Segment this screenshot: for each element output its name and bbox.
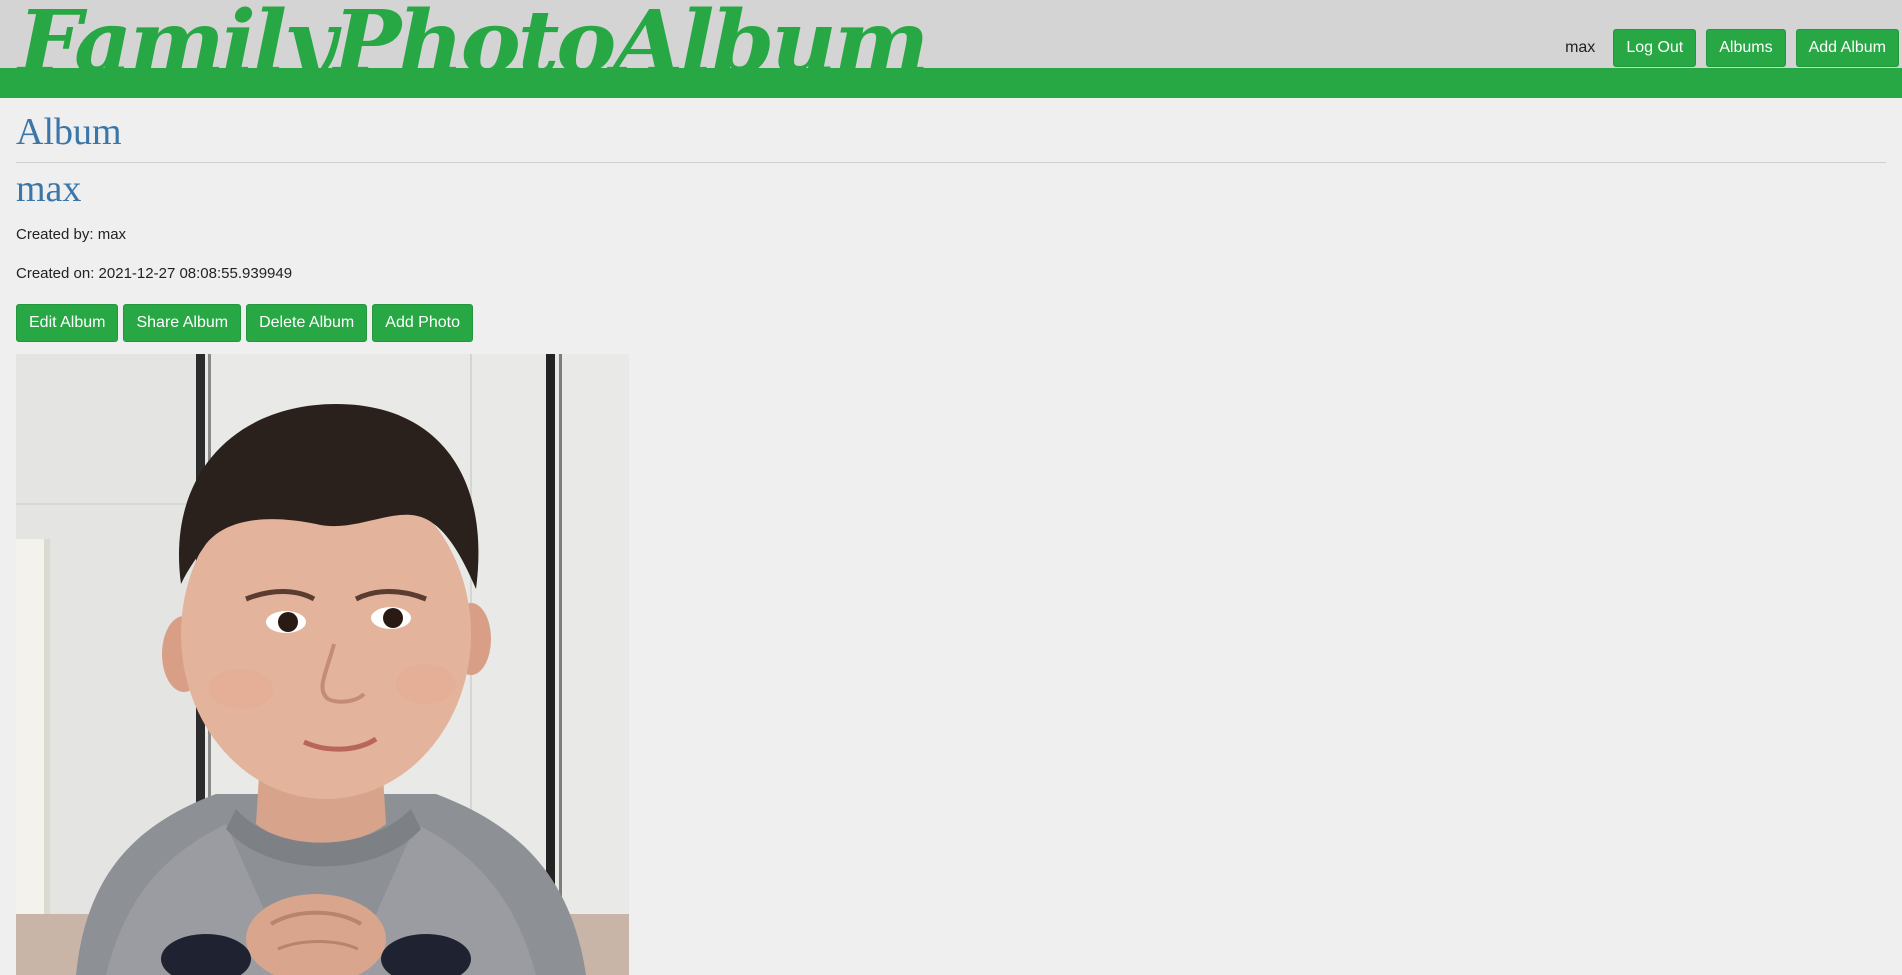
edit-album-button[interactable]: Edit Album [16,304,119,343]
delete-album-button[interactable]: Delete Album [246,304,368,343]
created-by: Created by: max [16,226,127,244]
logout-button[interactable]: Log Out [1613,29,1697,67]
header-accent-bar [0,68,1902,98]
albums-button[interactable]: Albums [1706,29,1786,67]
created-on: Created on: 2021-12-27 08:08:55.939949 [16,265,293,283]
photo-illustration [16,354,629,975]
add-photo-button[interactable]: Add Photo [372,304,473,343]
site-logo[interactable]: FamilyPhotoAlbum [18,0,929,68]
album-actions: Edit Album Share Album Delete Album Add … [16,304,1886,343]
page-title: Album [16,110,1886,163]
top-nav: max Log Out Albums Add Album [1565,29,1899,67]
main-content: Album max Created by: max Created on: 20… [16,110,1886,343]
album-name: max [16,167,82,210]
add-album-button[interactable]: Add Album [1795,29,1899,67]
current-username: max [1565,39,1596,56]
header: FamilyPhotoAlbum max Log Out Albums Add … [0,0,1902,98]
share-album-button[interactable]: Share Album [123,304,242,343]
album-photo[interactable] [16,354,629,975]
